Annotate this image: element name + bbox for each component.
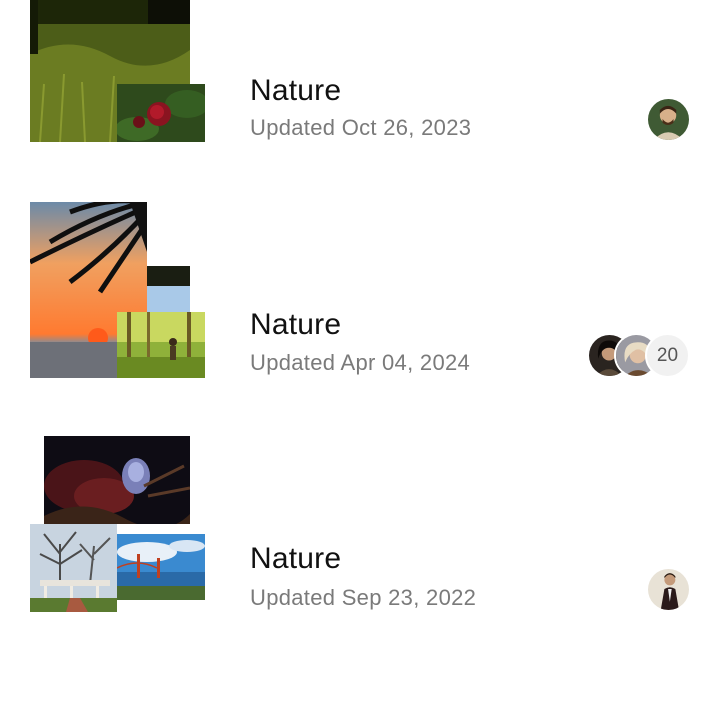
album-row-1[interactable]: Nature Updated Oct 26, 2023 [0, 0, 720, 144]
park-gazebo-photo [30, 524, 117, 612]
album-updated-date: Updated Apr 04, 2024 [250, 350, 471, 375]
avatar[interactable] [646, 567, 691, 612]
avatar[interactable] [646, 97, 691, 142]
more-members-count[interactable]: 20 [645, 333, 690, 378]
album-title: Nature [250, 74, 342, 107]
golden-gate-photo [117, 534, 205, 600]
forest-walk-photo [117, 312, 205, 378]
album-updated-date: Updated Oct 26, 2023 [250, 115, 472, 140]
dark-strip-photo [147, 266, 190, 286]
sky-photo [147, 286, 190, 312]
album-title: Nature [250, 542, 342, 575]
flower-night-photo [44, 436, 190, 524]
album-row-3[interactable]: Nature Updated Sep 23, 2022 [0, 434, 720, 614]
rose-photo [117, 84, 205, 142]
album-row-2[interactable]: Nature Updated Apr 04, 2024 20 [0, 200, 720, 380]
album-updated-date: Updated Sep 23, 2022 [250, 585, 477, 610]
album-title: Nature [250, 308, 342, 341]
